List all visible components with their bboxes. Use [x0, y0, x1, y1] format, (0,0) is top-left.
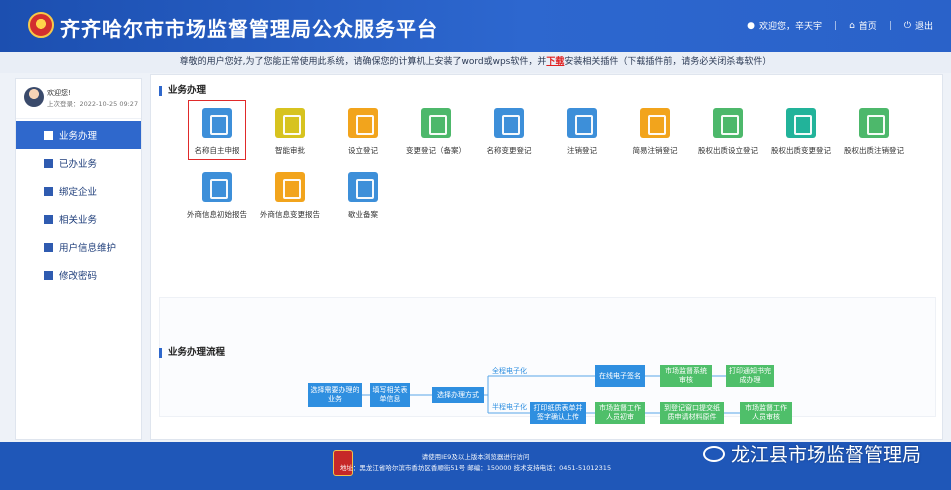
service-simple-cancel[interactable]: 简易注销登记	[615, 108, 695, 156]
document-edit-icon	[494, 108, 524, 138]
tools-icon	[44, 242, 53, 252]
service-label: 名称变更登记	[486, 146, 532, 155]
notice-suffix: 安装相关插件（下载插件前，请务必关闭杀毒软件）	[564, 57, 772, 67]
home-icon: ⌂	[849, 20, 855, 31]
service-label: 股权出质注销登记	[844, 146, 904, 155]
section-title-flow: 业务办理流程	[159, 348, 225, 358]
flow-full-print: 打印通知书完成办理	[726, 365, 774, 387]
service-establish[interactable]: 设立登记	[323, 108, 403, 156]
sidebar-item-user-info[interactable]: 用户信息维护	[16, 233, 141, 261]
watermark: 龙江县市场监督管理局	[702, 440, 921, 467]
download-link[interactable]: 下载	[546, 57, 564, 67]
sidebar-item-label: 业务办理	[59, 131, 98, 142]
top-header: 齐齐哈尔市市场监督管理局公众服务平台 ● 欢迎您，辛天宇 | ⌂ 首页 | ⏻ …	[0, 0, 951, 52]
site-title: 齐齐哈尔市市场监督管理局公众服务平台	[60, 17, 438, 41]
sidebar-item-bind-company[interactable]: 绑定企业	[16, 177, 141, 205]
sidebar-item-business[interactable]: 业务办理	[16, 121, 141, 149]
top-links: ● 欢迎您，辛天宇 | ⌂ 首页 | ⏻ 退出	[747, 19, 933, 33]
national-emblem-icon	[28, 12, 54, 38]
sidebar-item-label: 修改密码	[59, 271, 98, 282]
logout-label: 退出	[914, 22, 933, 32]
install-notice: 尊敬的用户您好,为了您能正常使用此系统，请确保您的计算机上安装了word或wps…	[0, 52, 951, 73]
user-icon: ●	[747, 20, 756, 31]
flow-choose-method: 选择办理方式	[432, 387, 484, 403]
notice-prefix: 尊敬的用户您好,为了您能正常使用此系统，请确保您的计算机上安装了word或wps…	[179, 57, 547, 67]
file-search-icon	[44, 214, 53, 224]
home-link[interactable]: ⌂ 首页	[849, 19, 877, 33]
service-name-change[interactable]: 名称变更登记	[469, 108, 549, 156]
service-pledge-setup[interactable]: 股权出质设立登记	[688, 108, 768, 156]
highlight-frame	[188, 100, 246, 160]
sidebar-item-label: 用户信息维护	[59, 243, 117, 254]
welcome-text: 欢迎您!	[47, 89, 71, 97]
watermark-text: 龙江县市场监督管理局	[730, 444, 921, 466]
flow-half-print: 打印纸质表单并签字确认上传	[530, 402, 586, 424]
flow-half-review: 市场监督工作人员审核	[740, 402, 792, 424]
clipboard-icon	[348, 108, 378, 138]
last-login: 上次登录：2022-10-25 09:27	[47, 100, 139, 108]
person-icon	[202, 172, 232, 202]
sidebar-item-label: 相关业务	[59, 215, 98, 226]
side-menu: 业务办理 已办业务 绑定企业 相关业务 用户信息维护 修改密码	[16, 121, 141, 289]
user-info: 欢迎您! 上次登录：2022-10-25 09:27	[16, 79, 141, 119]
flow-full-review: 市场监督系统审核	[660, 365, 712, 387]
sidebar: 欢迎您! 上次登录：2022-10-25 09:27 业务办理 已办业务 绑定企…	[15, 78, 142, 440]
monitor-icon	[640, 108, 670, 138]
avatar	[24, 87, 44, 107]
service-label: 智能审批	[275, 146, 305, 155]
divider: |	[834, 20, 838, 31]
flow-card	[159, 297, 936, 417]
split-icon	[275, 108, 305, 138]
service-smart-approval[interactable]: 智能审批	[250, 108, 330, 156]
service-pledge-cancel[interactable]: 股权出质注销登记	[834, 108, 914, 156]
flow-start: 选择需要办理的业务	[308, 383, 362, 407]
flow-fill-form: 填写相关表单信息	[370, 383, 410, 407]
service-label: 变更登记（备案）	[406, 146, 466, 155]
service-label: 歇业备案	[348, 210, 378, 219]
wechat-icon	[702, 445, 725, 462]
service-label: 设立登记	[348, 146, 378, 155]
suspend-icon	[348, 172, 378, 202]
service-label: 简易注销登记	[632, 146, 678, 155]
service-foreign-change[interactable]: 外商信息变更报告	[250, 172, 330, 220]
pie-chart-icon	[786, 108, 816, 138]
section-title-business: 业务办理	[159, 86, 206, 96]
service-foreign-initial[interactable]: 外商信息初始报告	[177, 172, 257, 220]
user-greeting-label: 欢迎您，辛天宇	[759, 22, 823, 32]
pie-chart-icon	[713, 108, 743, 138]
service-label: 外商信息变更报告	[260, 210, 320, 219]
divider: |	[888, 20, 892, 31]
document-icon	[44, 158, 53, 168]
sidebar-item-label: 已办业务	[59, 159, 98, 170]
sidebar-item-done[interactable]: 已办业务	[16, 149, 141, 177]
flow-half-submit: 到登记窗口提交纸质申请材料原件	[660, 402, 724, 424]
service-change-record[interactable]: 变更登记（备案）	[396, 108, 476, 156]
business-icon	[44, 130, 53, 140]
service-label: 股权出质设立登记	[698, 146, 758, 155]
person-icon	[275, 172, 305, 202]
document-remove-icon	[567, 108, 597, 138]
home-label: 首页	[858, 22, 877, 32]
service-label: 注销登记	[567, 146, 597, 155]
sidebar-item-label: 绑定企业	[59, 187, 98, 198]
logout-link[interactable]: ⏻ 退出	[903, 19, 933, 33]
lock-icon	[44, 270, 53, 280]
service-label: 股权出质变更登记	[771, 146, 831, 155]
refresh-doc-icon	[421, 108, 451, 138]
building-icon	[44, 186, 53, 196]
power-icon: ⏻	[903, 20, 911, 31]
pie-chart-icon	[859, 108, 889, 138]
flow-full-sign: 在线电子签名	[595, 365, 645, 387]
service-cancel[interactable]: 注销登记	[542, 108, 622, 156]
service-suspend[interactable]: 歇业备案	[323, 172, 403, 220]
sidebar-item-related[interactable]: 相关业务	[16, 205, 141, 233]
flow-half-initial: 市场监督工作人员初审	[595, 402, 645, 424]
user-greeting[interactable]: ● 欢迎您，辛天宇	[747, 19, 823, 33]
service-pledge-change[interactable]: 股权出质变更登记	[761, 108, 841, 156]
service-label: 外商信息初始报告	[187, 210, 247, 219]
sidebar-item-password[interactable]: 修改密码	[16, 261, 141, 289]
